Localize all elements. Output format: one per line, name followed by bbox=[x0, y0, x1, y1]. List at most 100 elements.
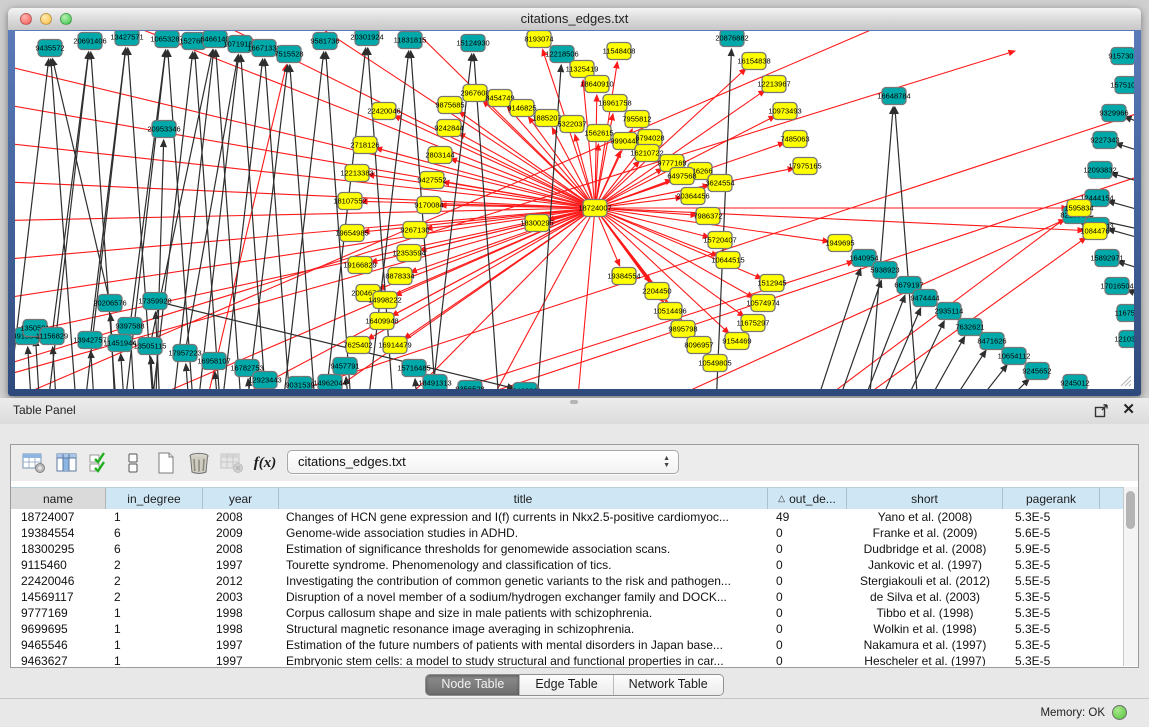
graph-node[interactable]: 9157302 bbox=[1108, 48, 1134, 65]
resize-grip-icon[interactable] bbox=[1118, 373, 1132, 387]
graph-node[interactable]: 9154469 bbox=[722, 333, 751, 350]
graph-node[interactable]: 11451944 bbox=[104, 335, 137, 352]
graph-node[interactable]: 9581736 bbox=[310, 33, 339, 50]
column-header-name[interactable]: name bbox=[11, 488, 106, 509]
graph-node[interactable]: 8193074 bbox=[524, 31, 553, 48]
graph-node[interactable]: 10574974 bbox=[746, 295, 779, 312]
table-row[interactable]: 969969511998Structural magnetic resonanc… bbox=[11, 621, 1124, 637]
graph-node[interactable]: 1595834 bbox=[1064, 200, 1093, 217]
graph-node[interactable]: 20691406 bbox=[73, 33, 106, 50]
column-header-pagerank[interactable]: pagerank bbox=[1003, 488, 1100, 509]
graph-node[interactable]: 9031539 bbox=[285, 377, 314, 390]
graph-node[interactable]: 12103454 bbox=[1114, 331, 1134, 348]
graph-node[interactable]: 17016504 bbox=[1100, 278, 1133, 295]
graph-node[interactable]: 5938923 bbox=[870, 262, 899, 279]
graph-node[interactable]: 20301924 bbox=[350, 31, 383, 46]
graph-node[interactable]: 12353594 bbox=[392, 245, 425, 262]
close-panel-icon[interactable]: ✕ bbox=[1122, 402, 1135, 418]
table-select-dropdown[interactable]: citations_edges.txt ▲▼ bbox=[287, 450, 679, 474]
graph-node[interactable]: 16958107 bbox=[197, 353, 230, 370]
graph-node[interactable]: 15716485 bbox=[397, 360, 430, 377]
table-row[interactable]: 1830029562008Estimation of significance … bbox=[11, 541, 1124, 557]
graph-node[interactable]: 11548408 bbox=[603, 43, 636, 60]
graph-node[interactable]: 10654112 bbox=[998, 348, 1031, 365]
graph-node[interactable]: 16961758 bbox=[598, 95, 631, 112]
graph-node[interactable]: 18724007 bbox=[578, 200, 611, 217]
graph-node[interactable]: 12923443 bbox=[248, 372, 281, 389]
graph-node[interactable]: 15751074 bbox=[1110, 77, 1134, 94]
graph-node[interactable]: 1084476 bbox=[1080, 223, 1109, 240]
graph-node[interactable]: 1949695 bbox=[825, 235, 854, 252]
vertical-scrollbar[interactable] bbox=[1123, 487, 1138, 666]
float-panel-icon[interactable] bbox=[1094, 403, 1109, 418]
graph-node[interactable]: 16914479 bbox=[378, 337, 411, 354]
graph-node[interactable]: 9329966 bbox=[1099, 105, 1128, 122]
graph-node[interactable]: 12213383 bbox=[340, 165, 373, 182]
graph-node[interactable]: 11831815 bbox=[394, 32, 427, 49]
table-row[interactable]: 1872400712008Changes of HCN gene express… bbox=[11, 509, 1124, 525]
graph-node[interactable]: 1167533 bbox=[1115, 305, 1134, 322]
graph-node[interactable]: 9245012 bbox=[1060, 375, 1089, 390]
graph-node[interactable]: 13427571 bbox=[110, 31, 143, 46]
graph-node[interactable]: 10644515 bbox=[711, 252, 744, 269]
tab-network-table[interactable]: Network Table bbox=[614, 675, 723, 695]
column-header-title[interactable]: title bbox=[279, 488, 768, 509]
graph-node[interactable]: 2935114 bbox=[935, 303, 964, 320]
delete-table-button[interactable] bbox=[184, 449, 214, 477]
citation-graph[interactable]: 1872400794355722069140613427571106532871… bbox=[15, 31, 1134, 389]
graph-node[interactable]: 14962044 bbox=[313, 375, 346, 390]
table-row[interactable]: 1456911722003Disruption of a novel membe… bbox=[11, 589, 1124, 605]
graph-node[interactable]: 9474444 bbox=[910, 290, 939, 307]
splitter-handle[interactable] bbox=[570, 400, 578, 404]
graph-node[interactable]: 9267130 bbox=[400, 222, 429, 239]
graph-node[interactable]: 10514496 bbox=[653, 303, 686, 320]
graph-node[interactable]: 9895798 bbox=[668, 321, 697, 338]
graph-node[interactable]: 9242844 bbox=[434, 120, 463, 137]
graph-node[interactable]: 8096957 bbox=[684, 337, 713, 354]
graph-node[interactable]: 2718126 bbox=[350, 137, 379, 154]
graph-node[interactable]: 7515528 bbox=[274, 46, 303, 63]
graph-node[interactable]: 19654985 bbox=[335, 225, 368, 242]
column-header-in_degree[interactable]: in_degree bbox=[106, 488, 203, 509]
graph-node[interactable]: 18640910 bbox=[580, 76, 613, 93]
graph-node[interactable]: 20364456 bbox=[676, 188, 709, 205]
graph-node[interactable]: 16409948 bbox=[365, 313, 398, 330]
graph-node[interactable]: 22420046 bbox=[367, 103, 400, 120]
window-titlebar[interactable]: citations_edges.txt bbox=[8, 8, 1141, 31]
column-header-out_de[interactable]: △out_de... bbox=[768, 488, 847, 509]
graph-node[interactable]: 20206576 bbox=[93, 295, 126, 312]
table-row[interactable]: 2242004622012Investigating the contribut… bbox=[11, 573, 1124, 589]
graph-node[interactable]: 9227343 bbox=[1090, 132, 1119, 149]
graph-node[interactable]: 17359928 bbox=[138, 293, 171, 310]
graph-node[interactable]: 7625402 bbox=[343, 337, 372, 354]
graph-node[interactable]: 12213967 bbox=[757, 76, 790, 93]
table-row[interactable]: 946362711997Embryonic stem cells: a mode… bbox=[11, 653, 1124, 666]
tab-edge-table[interactable]: Edge Table bbox=[520, 675, 613, 695]
select-rows-button[interactable] bbox=[85, 449, 115, 477]
graph-node[interactable]: 17975165 bbox=[788, 158, 821, 175]
graph-node[interactable]: 19384554 bbox=[607, 268, 640, 285]
graph-node[interactable]: 11156829 bbox=[36, 328, 68, 345]
graph-node[interactable]: 7986372 bbox=[693, 208, 722, 225]
graph-node[interactable]: 18107552 bbox=[333, 193, 366, 210]
function-builder-button[interactable]: f(x) bbox=[250, 449, 280, 477]
graph-node[interactable]: 9435572 bbox=[35, 40, 64, 57]
graph-node[interactable]: 20953346 bbox=[147, 121, 180, 138]
column-chooser-button[interactable] bbox=[52, 449, 82, 477]
graph-node[interactable]: 6497568 bbox=[667, 168, 696, 185]
graph-node[interactable]: 15124930 bbox=[456, 35, 489, 52]
table-row[interactable]: 946554611997Estimation of the future num… bbox=[11, 637, 1124, 653]
graph-node[interactable]: 10549805 bbox=[698, 355, 731, 372]
table-row[interactable]: 911546021997Tourette syndrome. Phenomeno… bbox=[11, 557, 1124, 573]
tab-node-table[interactable]: Node Table bbox=[426, 675, 520, 695]
column-header-year[interactable]: year bbox=[203, 488, 279, 509]
graph-node[interactable]: 16648784 bbox=[877, 88, 910, 105]
scrollbar-thumb[interactable] bbox=[1126, 491, 1135, 529]
graph-node[interactable]: 19166829 bbox=[343, 257, 376, 274]
new-table-button[interactable] bbox=[151, 449, 181, 477]
graph-node[interactable]: 9427552 bbox=[417, 172, 446, 189]
graph-node[interactable]: 13505115 bbox=[134, 338, 167, 355]
graph-node[interactable]: 5322037 bbox=[557, 116, 586, 133]
graph-node[interactable]: 8471626 bbox=[977, 333, 1006, 350]
graph-node[interactable]: 2803144 bbox=[425, 147, 454, 164]
